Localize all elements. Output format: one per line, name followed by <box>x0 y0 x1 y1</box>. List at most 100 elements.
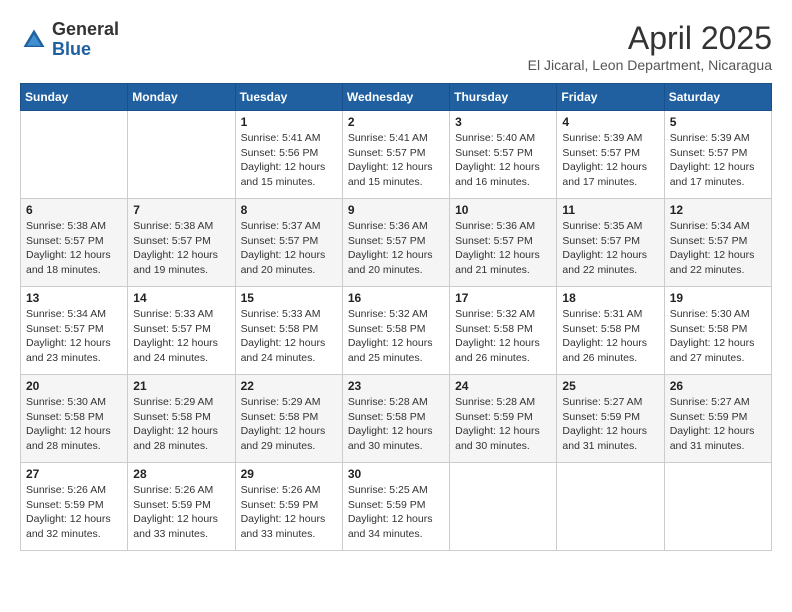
day-info: Sunrise: 5:36 AMSunset: 5:57 PMDaylight:… <box>455 219 551 278</box>
logo-general: General <box>52 20 119 40</box>
day-number: 20 <box>26 379 122 393</box>
week-row-4: 20 Sunrise: 5:30 AMSunset: 5:58 PMDayligh… <box>21 375 772 463</box>
day-info: Sunrise: 5:25 AMSunset: 5:59 PMDaylight:… <box>348 483 444 542</box>
day-cell: 10 Sunrise: 5:36 AMSunset: 5:57 PMDayligh… <box>450 199 557 287</box>
day-info: Sunrise: 5:33 AMSunset: 5:58 PMDaylight:… <box>241 307 337 366</box>
day-number: 8 <box>241 203 337 217</box>
day-cell: 24 Sunrise: 5:28 AMSunset: 5:59 PMDayligh… <box>450 375 557 463</box>
day-number: 14 <box>133 291 229 305</box>
day-info: Sunrise: 5:39 AMSunset: 5:57 PMDaylight:… <box>670 131 766 190</box>
day-cell: 4Sunrise: 5:39 AMSunset: 5:57 PMDaylight… <box>557 111 664 199</box>
day-info: Sunrise: 5:35 AMSunset: 5:57 PMDaylight:… <box>562 219 658 278</box>
day-number: 7 <box>133 203 229 217</box>
day-cell: 20 Sunrise: 5:30 AMSunset: 5:58 PMDayligh… <box>21 375 128 463</box>
day-number: 5 <box>670 115 766 129</box>
day-number: 4 <box>562 115 658 129</box>
day-cell: 29 Sunrise: 5:26 AMSunset: 5:59 PMDayligh… <box>235 463 342 551</box>
day-info: Sunrise: 5:27 AMSunset: 5:59 PMDaylight:… <box>670 395 766 454</box>
day-info: Sunrise: 5:31 AMSunset: 5:58 PMDaylight:… <box>562 307 658 366</box>
day-of-week-saturday: Saturday <box>664 84 771 111</box>
day-cell: 30 Sunrise: 5:25 AMSunset: 5:59 PMDayligh… <box>342 463 449 551</box>
day-info: Sunrise: 5:32 AMSunset: 5:58 PMDaylight:… <box>348 307 444 366</box>
day-cell <box>21 111 128 199</box>
day-cell: 17 Sunrise: 5:32 AMSunset: 5:58 PMDayligh… <box>450 287 557 375</box>
day-cell: 6 Sunrise: 5:38 AMSunset: 5:57 PMDaylight… <box>21 199 128 287</box>
day-info: Sunrise: 5:41 AMSunset: 5:57 PMDaylight:… <box>348 131 444 190</box>
day-number: 15 <box>241 291 337 305</box>
day-info: Sunrise: 5:26 AMSunset: 5:59 PMDaylight:… <box>133 483 229 542</box>
day-cell <box>664 463 771 551</box>
day-cell: 13Sunrise: 5:34 AMSunset: 5:57 PMDayligh… <box>21 287 128 375</box>
day-number: 24 <box>455 379 551 393</box>
day-info: Sunrise: 5:38 AMSunset: 5:57 PMDaylight:… <box>26 219 122 278</box>
day-number: 25 <box>562 379 658 393</box>
day-number: 2 <box>348 115 444 129</box>
day-cell: 9Sunrise: 5:36 AMSunset: 5:57 PMDaylight… <box>342 199 449 287</box>
day-info: Sunrise: 5:29 AMSunset: 5:58 PMDaylight:… <box>241 395 337 454</box>
day-cell <box>450 463 557 551</box>
day-number: 13 <box>26 291 122 305</box>
day-cell: 23Sunrise: 5:28 AMSunset: 5:58 PMDayligh… <box>342 375 449 463</box>
day-cell: 11 Sunrise: 5:35 AMSunset: 5:57 PMDayligh… <box>557 199 664 287</box>
day-cell: 25 Sunrise: 5:27 AMSunset: 5:59 PMDayligh… <box>557 375 664 463</box>
day-info: Sunrise: 5:26 AMSunset: 5:59 PMDaylight:… <box>241 483 337 542</box>
day-number: 21 <box>133 379 229 393</box>
calendar-body: 1Sunrise: 5:41 AMSunset: 5:56 PMDaylight… <box>21 111 772 551</box>
day-cell: 12 Sunrise: 5:34 AMSunset: 5:57 PMDayligh… <box>664 199 771 287</box>
day-of-week-sunday: Sunday <box>21 84 128 111</box>
day-number: 16 <box>348 291 444 305</box>
day-number: 30 <box>348 467 444 481</box>
logo: General Blue <box>20 20 119 60</box>
day-info: Sunrise: 5:32 AMSunset: 5:58 PMDaylight:… <box>455 307 551 366</box>
day-number: 29 <box>241 467 337 481</box>
day-of-week-wednesday: Wednesday <box>342 84 449 111</box>
calendar-table: SundayMondayTuesdayWednesdayThursdayFrid… <box>20 83 772 551</box>
day-number: 12 <box>670 203 766 217</box>
week-row-1: 1Sunrise: 5:41 AMSunset: 5:56 PMDaylight… <box>21 111 772 199</box>
day-number: 6 <box>26 203 122 217</box>
day-cell: 2 Sunrise: 5:41 AMSunset: 5:57 PMDaylight… <box>342 111 449 199</box>
day-info: Sunrise: 5:41 AMSunset: 5:56 PMDaylight:… <box>241 131 337 190</box>
day-of-week-monday: Monday <box>128 84 235 111</box>
day-of-week-friday: Friday <box>557 84 664 111</box>
day-number: 19 <box>670 291 766 305</box>
day-cell: 16 Sunrise: 5:32 AMSunset: 5:58 PMDayligh… <box>342 287 449 375</box>
day-info: Sunrise: 5:40 AMSunset: 5:57 PMDaylight:… <box>455 131 551 190</box>
day-of-week-tuesday: Tuesday <box>235 84 342 111</box>
calendar-header: SundayMondayTuesdayWednesdayThursdayFrid… <box>21 84 772 111</box>
day-number: 17 <box>455 291 551 305</box>
day-number: 28 <box>133 467 229 481</box>
day-cell: 18 Sunrise: 5:31 AMSunset: 5:58 PMDayligh… <box>557 287 664 375</box>
day-info: Sunrise: 5:33 AMSunset: 5:57 PMDaylight:… <box>133 307 229 366</box>
week-row-2: 6 Sunrise: 5:38 AMSunset: 5:57 PMDaylight… <box>21 199 772 287</box>
page-header: General Blue April 2025 El Jicaral, Leon… <box>20 20 772 73</box>
day-number: 11 <box>562 203 658 217</box>
day-number: 10 <box>455 203 551 217</box>
day-info: Sunrise: 5:30 AMSunset: 5:58 PMDaylight:… <box>670 307 766 366</box>
day-info: Sunrise: 5:27 AMSunset: 5:59 PMDaylight:… <box>562 395 658 454</box>
day-info: Sunrise: 5:28 AMSunset: 5:58 PMDaylight:… <box>348 395 444 454</box>
day-number: 27 <box>26 467 122 481</box>
logo-blue-text: Blue <box>52 40 119 60</box>
day-cell: 22Sunrise: 5:29 AMSunset: 5:58 PMDayligh… <box>235 375 342 463</box>
day-cell: 19 Sunrise: 5:30 AMSunset: 5:58 PMDayligh… <box>664 287 771 375</box>
title-block: April 2025 El Jicaral, Leon Department, … <box>528 20 772 73</box>
day-cell: 1Sunrise: 5:41 AMSunset: 5:56 PMDaylight… <box>235 111 342 199</box>
day-info: Sunrise: 5:34 AMSunset: 5:57 PMDaylight:… <box>670 219 766 278</box>
day-cell: 15 Sunrise: 5:33 AMSunset: 5:58 PMDayligh… <box>235 287 342 375</box>
day-info: Sunrise: 5:37 AMSunset: 5:57 PMDaylight:… <box>241 219 337 278</box>
day-info: Sunrise: 5:26 AMSunset: 5:59 PMDaylight:… <box>26 483 122 542</box>
location-subtitle: El Jicaral, Leon Department, Nicaragua <box>528 57 772 73</box>
day-cell: 26 Sunrise: 5:27 AMSunset: 5:59 PMDayligh… <box>664 375 771 463</box>
day-of-week-thursday: Thursday <box>450 84 557 111</box>
day-info: Sunrise: 5:30 AMSunset: 5:58 PMDaylight:… <box>26 395 122 454</box>
day-number: 26 <box>670 379 766 393</box>
day-number: 18 <box>562 291 658 305</box>
day-cell: 5 Sunrise: 5:39 AMSunset: 5:57 PMDaylight… <box>664 111 771 199</box>
day-cell: 8 Sunrise: 5:37 AMSunset: 5:57 PMDaylight… <box>235 199 342 287</box>
days-of-week-row: SundayMondayTuesdayWednesdayThursdayFrid… <box>21 84 772 111</box>
day-info: Sunrise: 5:28 AMSunset: 5:59 PMDaylight:… <box>455 395 551 454</box>
day-cell: 28 Sunrise: 5:26 AMSunset: 5:59 PMDayligh… <box>128 463 235 551</box>
week-row-3: 13Sunrise: 5:34 AMSunset: 5:57 PMDayligh… <box>21 287 772 375</box>
day-cell <box>557 463 664 551</box>
